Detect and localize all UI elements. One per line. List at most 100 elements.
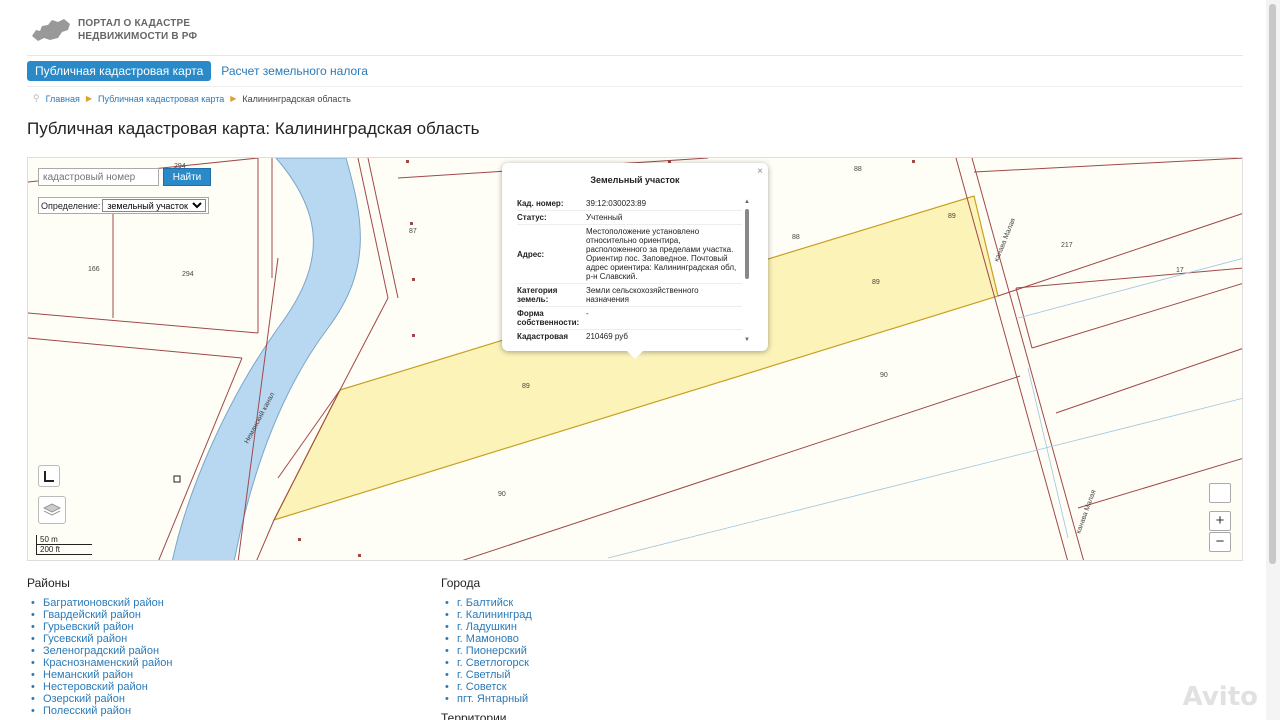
popup-body: Кад. номер: 39:12:030023:89 Статус: Учте… [517,197,742,343]
breadcrumb-current: Калининградская область [242,93,351,104]
map-label: 88 [792,234,800,241]
zoom-out-button[interactable]: − [1209,532,1231,552]
page-title: Публичная кадастровая карта: Калининград… [27,119,480,138]
popup-value: 39:12:030023:89 [586,199,647,208]
definition-control: Определение: земельный участок [38,197,210,214]
cities-title: Города [441,576,481,590]
layers-icon [43,503,61,516]
popup-scrollbar[interactable]: ▲ ▼ [744,199,750,343]
scroll-up-icon[interactable]: ▲ [744,199,750,205]
popup-key: Кадастровая стоимость: [517,332,569,343]
definition-select[interactable]: земельный участок [102,199,207,212]
popup-row: Категория земель: Земли сельскохозяйстве… [517,284,742,307]
popup-value: Учтенный [586,213,623,222]
popup-key: Форма собственности: [517,309,580,327]
popup-key: Кад. номер: [517,199,564,208]
city-link[interactable]: г. Балтийск [441,597,532,609]
popup-key: Адрес: [517,249,545,259]
popup-title: Земельный участок [590,175,680,185]
map-label: 90 [498,491,506,498]
breadcrumb-map[interactable]: Публичная кадастровая карта [98,94,224,104]
districts-title: Районы [27,576,70,590]
popup-value: Местоположение установлено относительно … [586,227,737,281]
map-label: 294 [182,271,194,278]
page-scrollbar-thumb[interactable] [1269,4,1276,564]
map-label: 166 [88,266,100,273]
watermark-logo: Avito [1182,682,1258,712]
district-link[interactable]: Краснознаменский район [27,657,172,669]
city-link[interactable]: г. Советск [441,681,532,693]
district-link[interactable]: Нестеровский район [27,681,172,693]
divider [27,86,1243,87]
nav-tabs: Публичная кадастровая карта Расчет земел… [27,61,368,81]
popup-value: - [586,309,589,318]
fullscreen-button[interactable] [1209,483,1231,503]
map-label: 90 [880,372,888,379]
cadastral-map[interactable]: 294 87 88 166 294 89 88 217 17 89 89 90 … [27,157,1243,561]
district-link[interactable]: Полесский район [27,705,172,717]
map-label: 89 [872,279,880,286]
ruler-icon [44,471,54,482]
popup-row: Адрес: Местоположение установлено относи… [517,225,742,284]
russia-map-icon [32,19,70,41]
map-label: 89 [522,383,530,390]
district-link[interactable]: Озерский район [27,693,172,705]
popup-row: Кадастровая стоимость: 210469 руб [517,330,742,343]
location-pin-icon: ⚲ [33,93,40,103]
map-label: канава Малая [993,217,1017,262]
map-label: 87 [409,228,417,235]
measure-button[interactable] [38,465,60,487]
cadastral-number-input[interactable] [38,168,159,186]
breadcrumb-home[interactable]: Главная [46,94,80,104]
district-link[interactable]: Гурьевский район [27,621,172,633]
scroll-thumb[interactable] [745,209,749,279]
definition-label: Определение: [41,200,101,211]
parcel-info-popup: × Земельный участок Кад. номер: 39:12:03… [502,163,768,359]
breadcrumb: ⚲ Главная ▶ Публичная кадастровая карта … [33,93,351,104]
logo-line1: ПОРТАЛ О КАДАСТРЕ [78,18,191,29]
map-label: 88 [854,166,862,173]
map-label: 89 [948,213,956,220]
map-label: 217 [1061,242,1073,249]
page-scrollbar-track[interactable] [1266,0,1280,720]
popup-value: Земли сельскохозяйственного назначения [586,286,699,304]
zoom-in-button[interactable]: + [1209,511,1231,531]
scroll-down-icon[interactable]: ▼ [744,337,750,343]
city-link[interactable]: г. Ладушкин [441,621,532,633]
map-label: 17 [1176,267,1184,274]
logo-line2: НЕДВИЖИМОСТИ В РФ [78,31,198,42]
popup-key: Категория земель: [517,286,558,304]
map-label: канава Малая [1075,489,1097,535]
popup-row: Форма собственности: - [517,307,742,330]
scale-imperial: 200 ft [36,545,92,555]
territories-title: Территории [441,711,507,720]
city-link[interactable]: г. Калининград [441,609,532,621]
cities-list: г. Балтийск г. Калининград г. Ладушкин г… [441,597,532,705]
city-link[interactable]: г. Пионерский [441,645,532,657]
map-scale: 50 m 200 ft [36,535,92,555]
popup-value: 210469 руб [586,332,628,341]
layers-button[interactable] [38,496,66,524]
city-link[interactable]: пгт. Янтарный [441,693,532,705]
city-link[interactable]: г. Светлый [441,669,532,681]
districts-list: Багратионовский район Гвардейский район … [27,597,172,717]
tab-land-tax[interactable]: Расчет земельного налога [221,64,368,78]
search-bar: Найти [38,168,211,186]
tab-cadastral-map[interactable]: Публичная кадастровая карта [27,61,212,81]
district-link[interactable]: Зеленоградский район [27,645,172,657]
popup-key: Статус: [517,213,547,222]
district-link[interactable]: Гвардейский район [27,609,172,621]
district-link[interactable]: Багратионовский район [27,597,172,609]
search-button[interactable]: Найти [163,168,211,186]
chevron-right-icon: ▶ [85,94,93,103]
chevron-right-icon: ▶ [230,94,237,103]
district-link[interactable]: Неманский район [27,669,172,681]
popup-row: Статус: Учтенный [517,211,742,225]
district-link[interactable]: Гусевский район [27,633,172,645]
divider [27,55,1243,56]
popup-row: Кад. номер: 39:12:030023:89 [517,197,742,211]
site-logo[interactable]: ПОРТАЛ О КАДАСТРЕ НЕДВИЖИМОСТИ В РФ [30,16,197,44]
scale-metric: 50 m [36,535,92,545]
city-link[interactable]: г. Светлогорск [441,657,532,669]
city-link[interactable]: г. Мамоново [441,633,532,645]
